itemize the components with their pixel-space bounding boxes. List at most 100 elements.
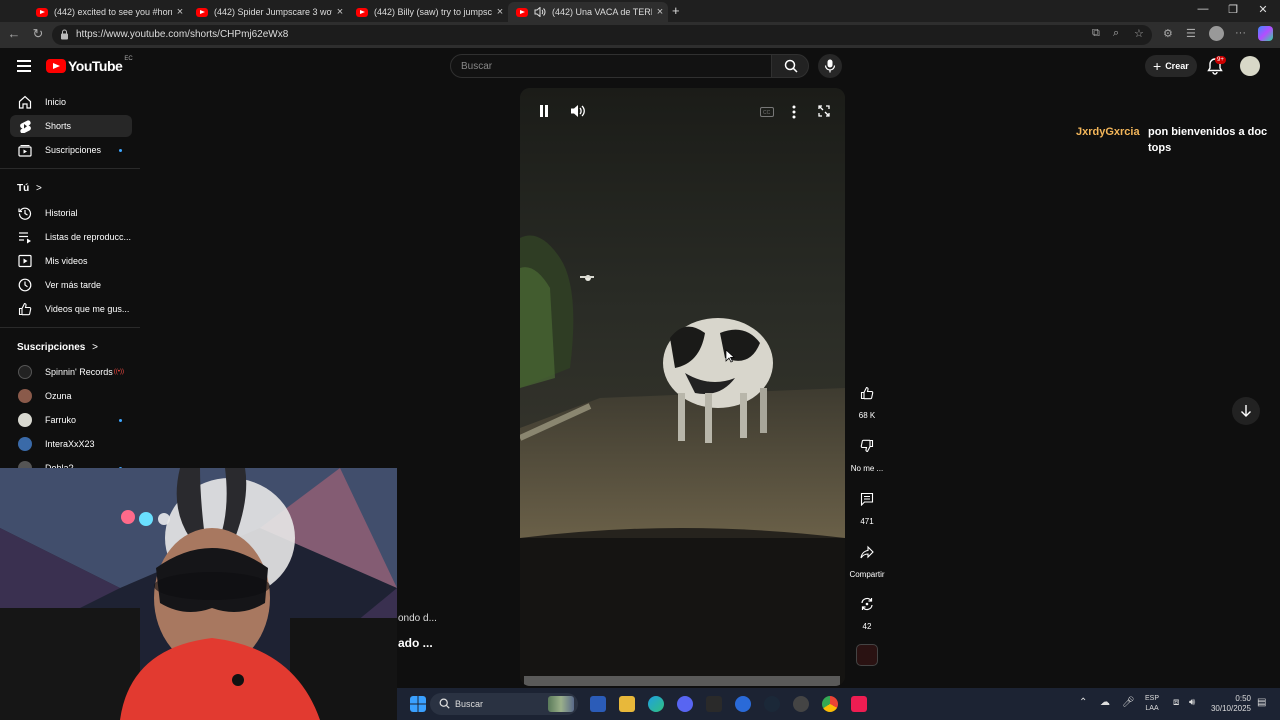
profile-avatar[interactable]	[1209, 26, 1224, 41]
sidebar-channel[interactable]: InteraXxX23	[10, 433, 132, 455]
restore-icon[interactable]: ❐	[1218, 3, 1248, 16]
search-icon	[784, 59, 798, 73]
pause-icon[interactable]	[539, 105, 549, 117]
volume-icon[interactable]: 🔊︎	[1189, 697, 1195, 708]
sidebar-item-shorts[interactable]: Shorts	[10, 115, 132, 137]
onedrive-cloud-icon[interactable]: ☁	[1100, 697, 1110, 708]
next-short-button[interactable]	[1232, 397, 1260, 425]
copilot-icon[interactable]	[1258, 26, 1273, 41]
open-in-app-icon[interactable]: ⧉	[1092, 27, 1100, 40]
browser-tab[interactable]: (442) Spider Jumpscare 3 wow - Y ×	[188, 2, 348, 22]
refresh-icon[interactable]: ↻	[28, 26, 48, 42]
file-explorer-icon[interactable]	[619, 696, 635, 712]
discord-icon[interactable]	[677, 696, 693, 712]
word-icon[interactable]	[590, 696, 606, 712]
collections-icon[interactable]: ☰	[1186, 27, 1196, 40]
close-tab-icon[interactable]: ×	[172, 6, 188, 18]
system-clock[interactable]: 0:50 30/10/2025	[1205, 694, 1251, 714]
address-bar-row: ← ↻ https://www.youtube.com/shorts/CHPmj…	[0, 22, 1280, 48]
account-avatar[interactable]	[1240, 56, 1260, 76]
youtube-favicon-icon	[196, 7, 208, 17]
sidebar-item-ver-mas-tarde[interactable]: Ver más tarde	[10, 274, 132, 296]
notification-count-badge: 9+	[1215, 56, 1226, 64]
sidebar-item-inicio[interactable]: Inicio	[10, 91, 132, 113]
browser-tab[interactable]: (442) Billy (saw) try to jumpscare ×	[348, 2, 508, 22]
chrome-icon[interactable]	[822, 696, 838, 712]
dislike-button[interactable]: No me ...	[848, 432, 886, 473]
lang-bottom: LAA	[1145, 705, 1159, 712]
sidebar-item-label: Historial	[45, 208, 78, 218]
sidebar-channel[interactable]: Ozuna	[10, 385, 132, 407]
share-button[interactable]: Compartir	[848, 538, 886, 579]
windows-start-icon[interactable]	[410, 696, 426, 712]
browser-tab-active[interactable]: (442) Una VACA de TERROR ×	[508, 2, 668, 22]
captions-icon[interactable]: CC	[760, 107, 774, 117]
browser-tab[interactable]: (442) excited to see you #horror # ×	[28, 2, 188, 22]
network-icon[interactable]: ⧈	[1173, 697, 1179, 708]
obs-icon[interactable]	[793, 696, 809, 712]
like-circle	[853, 379, 881, 407]
zoom-icon[interactable]: ⌕	[1113, 27, 1119, 40]
url-field[interactable]: https://www.youtube.com/shorts/CHPmj62eW…	[52, 25, 1152, 45]
app-icon[interactable]	[735, 696, 751, 712]
extensions-icon[interactable]: ⚙	[1163, 27, 1173, 40]
you-section-heading[interactable]: Tú >	[17, 183, 42, 194]
remix-button[interactable]: 42	[848, 590, 886, 631]
tab-title: (442) Billy (saw) try to jumpscare	[374, 7, 492, 17]
edge-browser-icon[interactable]	[648, 696, 664, 712]
channel-name: Spinnin' Records	[45, 367, 113, 377]
microphone-icon[interactable]: 🎤︎	[1122, 697, 1135, 708]
epic-games-icon[interactable]	[706, 696, 722, 712]
like-button[interactable]: 68 K	[848, 379, 886, 420]
sidebar-item-suscripciones[interactable]: Suscripciones	[10, 139, 132, 161]
favorite-star-icon[interactable]: ☆	[1134, 27, 1144, 40]
minimize-icon[interactable]: —	[1188, 3, 1218, 15]
fullscreen-icon[interactable]	[818, 105, 830, 117]
steam-icon[interactable]	[764, 696, 780, 712]
new-content-dot	[119, 148, 122, 152]
taskbar-search-box[interactable]: Buscar	[430, 693, 578, 715]
close-tab-icon[interactable]: ×	[492, 6, 508, 18]
sidebar-channel[interactable]: Spinnin' Records ((•))	[10, 361, 132, 383]
chat-username: JxrdyGxrcia	[1076, 126, 1140, 138]
sound-thumbnail[interactable]	[856, 644, 878, 666]
show-hidden-icons-chevron-icon[interactable]: ⌃	[1079, 697, 1087, 708]
voice-search-button[interactable]	[818, 54, 842, 78]
shorts-video-player[interactable]: CC	[520, 88, 845, 686]
volume-icon[interactable]	[570, 104, 586, 118]
more-vertical-icon[interactable]	[792, 105, 796, 119]
create-label: Crear	[1165, 61, 1189, 71]
youtube-logo[interactable]: YouTube EC	[46, 56, 133, 74]
sidebar-item-playlists[interactable]: Listas de reproducc...	[10, 226, 132, 248]
search-input[interactable]: Buscar	[450, 54, 772, 78]
subscriptions-section-heading[interactable]: Suscripciones >	[17, 342, 98, 353]
sidebar-item-mis-videos[interactable]: Mis videos	[10, 250, 132, 272]
watch-later-icon	[18, 278, 32, 292]
webcam-overlay	[0, 468, 397, 720]
new-tab-button[interactable]: +	[672, 3, 680, 18]
close-tab-icon[interactable]: ×	[332, 6, 348, 18]
input-language[interactable]: ESP LAA	[1145, 694, 1159, 714]
sidebar-item-historial[interactable]: Historial	[10, 202, 132, 224]
subs-heading-text: Suscripciones	[17, 342, 86, 353]
notifications-icon[interactable]: ▤	[1257, 697, 1266, 708]
partial-text: ondo d...	[398, 613, 437, 624]
close-tab-icon[interactable]: ×	[652, 6, 668, 18]
sidebar-item-liked-videos[interactable]: Videos que me gus...	[10, 298, 132, 320]
you-heading-text: Tú	[17, 183, 30, 194]
tab-title: (442) Spider Jumpscare 3 wow - Y	[214, 7, 332, 17]
sidebar-item-label: Suscripciones	[45, 145, 102, 155]
search-button[interactable]	[771, 54, 809, 78]
more-options-icon[interactable]: ···	[1235, 27, 1246, 39]
tiktok-icon[interactable]	[851, 696, 867, 712]
back-icon[interactable]: ←	[4, 26, 24, 41]
sidebar-channel[interactable]: Farruko	[10, 409, 132, 431]
channel-avatar	[18, 365, 32, 379]
create-button[interactable]: + Crear	[1145, 55, 1197, 77]
youtube-favicon-icon	[356, 7, 368, 17]
hamburger-menu-icon[interactable]	[17, 60, 31, 72]
tab-title: (442) Una VACA de TERROR	[552, 7, 652, 17]
tab-title: (442) excited to see you #horror #	[54, 7, 172, 17]
comments-button[interactable]: 471	[848, 485, 886, 526]
close-window-icon[interactable]: ✕	[1248, 3, 1278, 16]
